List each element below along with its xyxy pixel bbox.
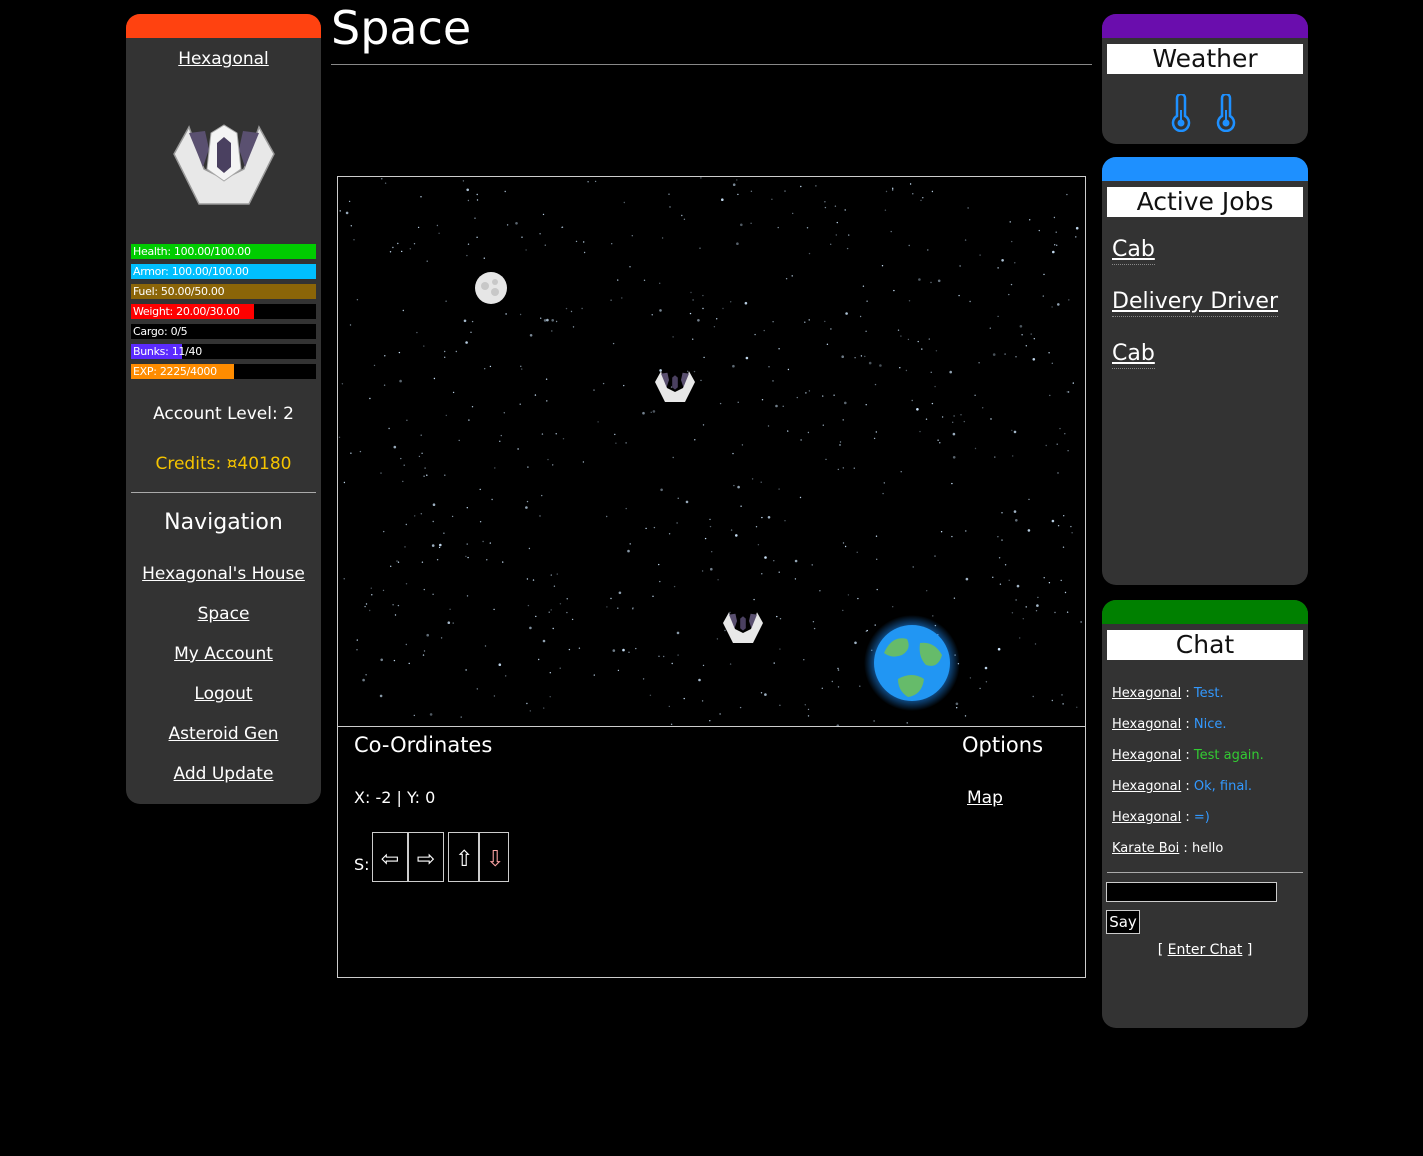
stat-bar: Cargo: 0/5	[131, 324, 316, 339]
nav-link-asteroid-gen[interactable]: Asteroid Gen	[126, 722, 321, 762]
stat-bar-label: Armor: 100.00/100.00	[133, 265, 249, 278]
speed-label: S:	[354, 855, 370, 874]
chat-panel-header	[1102, 600, 1308, 624]
chat-message: Hexagonal : Test.	[1112, 686, 1264, 717]
chat-divider	[1107, 872, 1303, 873]
chat-user-link[interactable]: Hexagonal	[1112, 686, 1181, 701]
weather-panel: Weather	[1102, 14, 1308, 144]
stat-bar-label: EXP: 2225/4000	[133, 365, 217, 378]
username-link[interactable]: Hexagonal	[126, 49, 321, 69]
chat-separator: :	[1181, 686, 1194, 701]
chat-text: hello	[1191, 841, 1224, 856]
say-button[interactable]: Say	[1106, 910, 1140, 934]
thermometer-icon	[1171, 94, 1191, 132]
active-jobs-panel: Active Jobs Cab Delivery Driver Cab	[1102, 157, 1308, 585]
page-title: Space	[331, 1, 472, 55]
enter-chat-link[interactable]: Enter Chat	[1168, 942, 1243, 958]
stat-bar: Fuel: 50.00/50.00	[131, 284, 316, 299]
chat-user-link[interactable]: Hexagonal	[1112, 748, 1181, 763]
job-link-delivery-driver[interactable]: Delivery Driver	[1112, 289, 1279, 317]
account-level: Account Level: 2	[153, 404, 294, 424]
move-down-button[interactable]: ⇩	[479, 832, 509, 882]
nav-link-space[interactable]: Space	[126, 602, 321, 642]
stat-bar: Health: 100.00/100.00	[131, 244, 316, 259]
job-link-cab[interactable]: Cab	[1112, 237, 1155, 265]
chat-title: Chat	[1107, 630, 1303, 660]
profile-panel-header	[126, 14, 321, 38]
chat-user-link[interactable]: Hexagonal	[1112, 779, 1181, 794]
coordinates-value: X: -2 | Y: 0	[354, 788, 436, 807]
active-jobs-panel-header	[1102, 157, 1308, 181]
stat-bars: Health: 100.00/100.00 Armor: 100.00/100.0…	[131, 244, 316, 384]
space-canvas[interactable]	[338, 177, 1085, 727]
stat-bar: EXP: 2225/4000	[131, 364, 316, 379]
starfield	[338, 177, 1082, 726]
divider	[131, 492, 316, 493]
stat-bar-label: Health: 100.00/100.00	[133, 245, 251, 258]
chat-messages: Hexagonal : Test. Hexagonal : Nice. Hexa…	[1112, 686, 1264, 872]
moon-icon[interactable]	[473, 270, 509, 306]
chat-message: Hexagonal : Ok, final.	[1112, 779, 1264, 810]
chat-message: Hexagonal : Test again.	[1112, 748, 1264, 779]
enter-chat: [ Enter Chat ]	[1102, 942, 1308, 958]
chat-separator: :	[1181, 748, 1194, 763]
weather-icons	[1170, 94, 1250, 134]
move-left-button[interactable]: ⇦	[372, 832, 408, 882]
active-jobs-title: Active Jobs	[1107, 187, 1303, 217]
nav-link-logout[interactable]: Logout	[126, 682, 321, 722]
stat-bar: Bunks: 11/40	[131, 344, 316, 359]
chat-separator: :	[1181, 810, 1194, 825]
stat-bar-label: Weight: 20.00/30.00	[133, 305, 240, 318]
chat-message: Karate Boi : hello	[1112, 841, 1264, 872]
title-divider	[331, 64, 1092, 65]
stat-bar: Armor: 100.00/100.00	[131, 264, 316, 279]
chat-user-link[interactable]: Hexagonal	[1112, 810, 1181, 825]
chat-text: Ok, final.	[1193, 779, 1253, 794]
weather-panel-header	[1102, 14, 1308, 38]
credits-value: Credits: ¤40180	[155, 454, 292, 474]
map-link[interactable]: Map	[967, 788, 1003, 808]
job-link-cab-2[interactable]: Cab	[1112, 341, 1155, 369]
chat-message: Hexagonal : Nice.	[1112, 717, 1264, 748]
earth-icon[interactable]	[862, 613, 962, 713]
chat-text: Test.	[1193, 686, 1224, 701]
ship-icon[interactable]	[721, 609, 765, 645]
chat-text: Nice.	[1193, 717, 1227, 732]
nav-link-add-update[interactable]: Add Update	[126, 762, 321, 802]
bracket-close: ]	[1242, 942, 1253, 958]
stat-bar-label: Bunks: 11/40	[133, 345, 202, 358]
move-right-button[interactable]: ⇨	[408, 832, 444, 882]
ship-avatar-icon	[173, 124, 275, 205]
chat-message: Hexagonal : =)	[1112, 810, 1264, 841]
stat-bar-label: Fuel: 50.00/50.00	[133, 285, 225, 298]
options-title: Options	[962, 733, 1044, 757]
chat-text: Test again.	[1193, 748, 1264, 763]
ship-icon[interactable]	[653, 368, 697, 404]
stat-bar-label: Cargo: 0/5	[133, 325, 188, 338]
move-up-button[interactable]: ⇧	[448, 832, 479, 882]
navigation-links: Hexagonal's House Space My Account Logou…	[126, 562, 321, 802]
chat-text: =)	[1193, 810, 1210, 825]
coordinates-title: Co-Ordinates	[354, 733, 493, 757]
space-view: Co-Ordinates Options X: -2 | Y: 0 Map S:…	[337, 176, 1086, 978]
thermometer-icon	[1216, 94, 1236, 132]
job-list: Cab Delivery Driver Cab	[1112, 237, 1279, 393]
stat-bar: Weight: 20.00/30.00	[131, 304, 316, 319]
weather-title: Weather	[1107, 44, 1303, 74]
profile-panel: Hexagonal Health: 100.00/100.00 Armor: 10…	[126, 14, 321, 804]
chat-user-link[interactable]: Karate Boi	[1112, 841, 1179, 856]
chat-separator: :	[1179, 841, 1192, 856]
nav-link-house[interactable]: Hexagonal's House	[126, 562, 321, 602]
chat-user-link[interactable]: Hexagonal	[1112, 717, 1181, 732]
bracket-open: [	[1157, 942, 1168, 958]
navigation-title: Navigation	[164, 510, 283, 535]
chat-separator: :	[1181, 717, 1194, 732]
chat-panel: Chat Hexagonal : Test. Hexagonal : Nice.…	[1102, 600, 1308, 1028]
nav-link-my-account[interactable]: My Account	[126, 642, 321, 682]
chat-input[interactable]	[1106, 882, 1277, 902]
chat-separator: :	[1181, 779, 1194, 794]
